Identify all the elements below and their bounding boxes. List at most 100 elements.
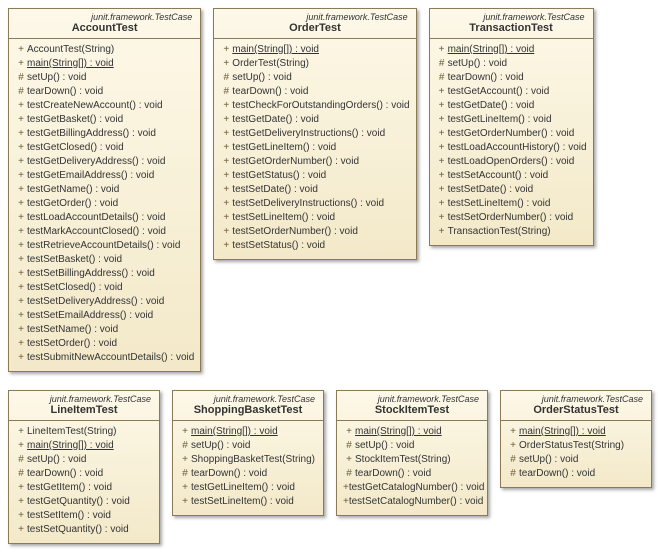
class-name: ShoppingBasketTest — [179, 404, 317, 416]
visibility-marker: + — [220, 197, 232, 211]
member: +testGetOrderNumber() : void — [220, 155, 409, 169]
visibility-marker: # — [343, 439, 355, 453]
member: +testGetLineItem() : void — [436, 113, 587, 127]
visibility-marker: # — [179, 467, 191, 481]
member-signature: testSetDeliveryInstructions() : void — [232, 197, 384, 211]
member: +testGetDate() : void — [220, 113, 409, 127]
member: +testGetName() : void — [15, 183, 194, 197]
member-signature: setUp() : void — [27, 71, 86, 85]
visibility-marker: + — [220, 155, 232, 169]
member: #tearDown() : void — [507, 467, 645, 481]
visibility-marker: + — [15, 439, 27, 453]
visibility-marker: + — [15, 169, 27, 183]
member: +testGetEmailAddress() : void — [15, 169, 194, 183]
member-list: +main(String[]) : void+OrderTest(String)… — [214, 39, 415, 259]
member-signature: main(String[]) : void — [27, 439, 114, 453]
member-signature: main(String[]) : void — [519, 425, 606, 439]
member-signature: testLoadAccountDetails() : void — [27, 211, 165, 225]
member-signature: OrderTest(String) — [232, 57, 309, 71]
member-signature: testGetAccount() : void — [448, 85, 550, 99]
visibility-marker: + — [15, 509, 27, 523]
visibility-marker: + — [220, 141, 232, 155]
member-signature: testLoadOpenOrders() : void — [448, 155, 575, 169]
member: +testSetCatalogNumber() : void — [343, 495, 481, 509]
member-signature: tearDown() : void — [232, 85, 308, 99]
member: #setUp() : void — [15, 453, 153, 467]
visibility-marker: + — [15, 481, 27, 495]
visibility-marker: + — [220, 183, 232, 197]
member: #tearDown() : void — [436, 71, 587, 85]
member-signature: testSetCatalogNumber() : void — [349, 495, 484, 509]
member: +testGetAccount() : void — [436, 85, 587, 99]
class-baseclass: junit.framework.TestCase — [507, 394, 645, 404]
class-baseclass: junit.framework.TestCase — [15, 12, 194, 22]
member-signature: setUp() : void — [519, 453, 578, 467]
member: +testGetDeliveryAddress() : void — [15, 155, 194, 169]
member-signature: testGetStatus() : void — [232, 169, 326, 183]
member-signature: testSetAccount() : void — [448, 169, 549, 183]
member: +testSubmitNewAccountDetails() : void — [15, 351, 194, 365]
visibility-marker: + — [436, 141, 448, 155]
class-baseclass: junit.framework.TestCase — [343, 394, 481, 404]
member-list: +main(String[]) : void#setUp() : void#te… — [430, 39, 593, 245]
member-signature: testSetQuantity() : void — [27, 523, 129, 537]
member: +testSetDeliveryInstructions() : void — [220, 197, 409, 211]
class-header: junit.framework.TestCaseTransactionTest — [430, 9, 593, 39]
member-signature: testGetDate() : void — [448, 99, 535, 113]
member-signature: testGetOrderNumber() : void — [448, 127, 575, 141]
visibility-marker: + — [179, 481, 191, 495]
class-accounttest: junit.framework.TestCaseAccountTest+Acco… — [8, 8, 201, 372]
member-signature: testLoadAccountHistory() : void — [448, 141, 587, 155]
member-signature: main(String[]) : void — [232, 43, 319, 57]
member-signature: testGetBasket() : void — [27, 113, 123, 127]
member-signature: ShoppingBasketTest(String) — [191, 453, 315, 467]
member: #tearDown() : void — [220, 85, 409, 99]
visibility-marker: + — [179, 453, 191, 467]
member-signature: testSetEmailAddress() : void — [27, 309, 153, 323]
member-signature: setUp() : void — [355, 439, 414, 453]
member: +testGetBasket() : void — [15, 113, 194, 127]
visibility-marker: # — [436, 57, 448, 71]
member-signature: testSetBillingAddress() : void — [27, 267, 155, 281]
member: +testSetDate() : void — [220, 183, 409, 197]
member: +StockItemTest(String) — [343, 453, 481, 467]
member-signature: tearDown() : void — [519, 467, 595, 481]
member-signature: main(String[]) : void — [191, 425, 278, 439]
member: +testSetOrderNumber() : void — [436, 211, 587, 225]
visibility-marker: + — [15, 267, 27, 281]
visibility-marker: # — [507, 453, 519, 467]
member: +testLoadAccountDetails() : void — [15, 211, 194, 225]
member: +main(String[]) : void — [15, 57, 194, 71]
member: +testGetBillingAddress() : void — [15, 127, 194, 141]
member: #setUp() : void — [507, 453, 645, 467]
member-signature: OrderStatusTest(String) — [519, 439, 624, 453]
member: +main(String[]) : void — [179, 425, 317, 439]
member-signature: testSetStatus() : void — [232, 239, 325, 253]
member-signature: testGetQuantity() : void — [27, 495, 130, 509]
member-signature: testGetItem() : void — [27, 481, 112, 495]
member-signature: main(String[]) : void — [355, 425, 442, 439]
member: #setUp() : void — [179, 439, 317, 453]
class-ordertest: junit.framework.TestCaseOrderTest+main(S… — [213, 8, 416, 260]
member: +testSetLineItem() : void — [179, 495, 317, 509]
member-signature: testGetClosed() : void — [27, 141, 124, 155]
member-signature: testGetLineItem() : void — [232, 141, 336, 155]
visibility-marker: + — [15, 127, 27, 141]
class-baseclass: junit.framework.TestCase — [15, 394, 153, 404]
visibility-marker: + — [507, 425, 519, 439]
visibility-marker: + — [220, 239, 232, 253]
visibility-marker: # — [220, 85, 232, 99]
member-signature: testSubmitNewAccountDetails() : void — [27, 351, 194, 365]
visibility-marker: # — [436, 71, 448, 85]
visibility-marker: # — [15, 467, 27, 481]
member-signature: testCreateNewAccount() : void — [27, 99, 163, 113]
visibility-marker: + — [15, 351, 27, 365]
member: +testSetLineItem() : void — [220, 211, 409, 225]
class-stockitemtest: junit.framework.TestCaseStockItemTest+ma… — [336, 390, 488, 516]
member: +testSetItem() : void — [15, 509, 153, 523]
class-orderstatustest: junit.framework.TestCaseOrderStatusTest+… — [500, 390, 652, 488]
member: +AccountTest(String) — [15, 43, 194, 57]
member: +main(String[]) : void — [220, 43, 409, 57]
member: +OrderStatusTest(String) — [507, 439, 645, 453]
diagram-row-2: junit.framework.TestCaseLineItemTest+Lin… — [8, 390, 650, 544]
